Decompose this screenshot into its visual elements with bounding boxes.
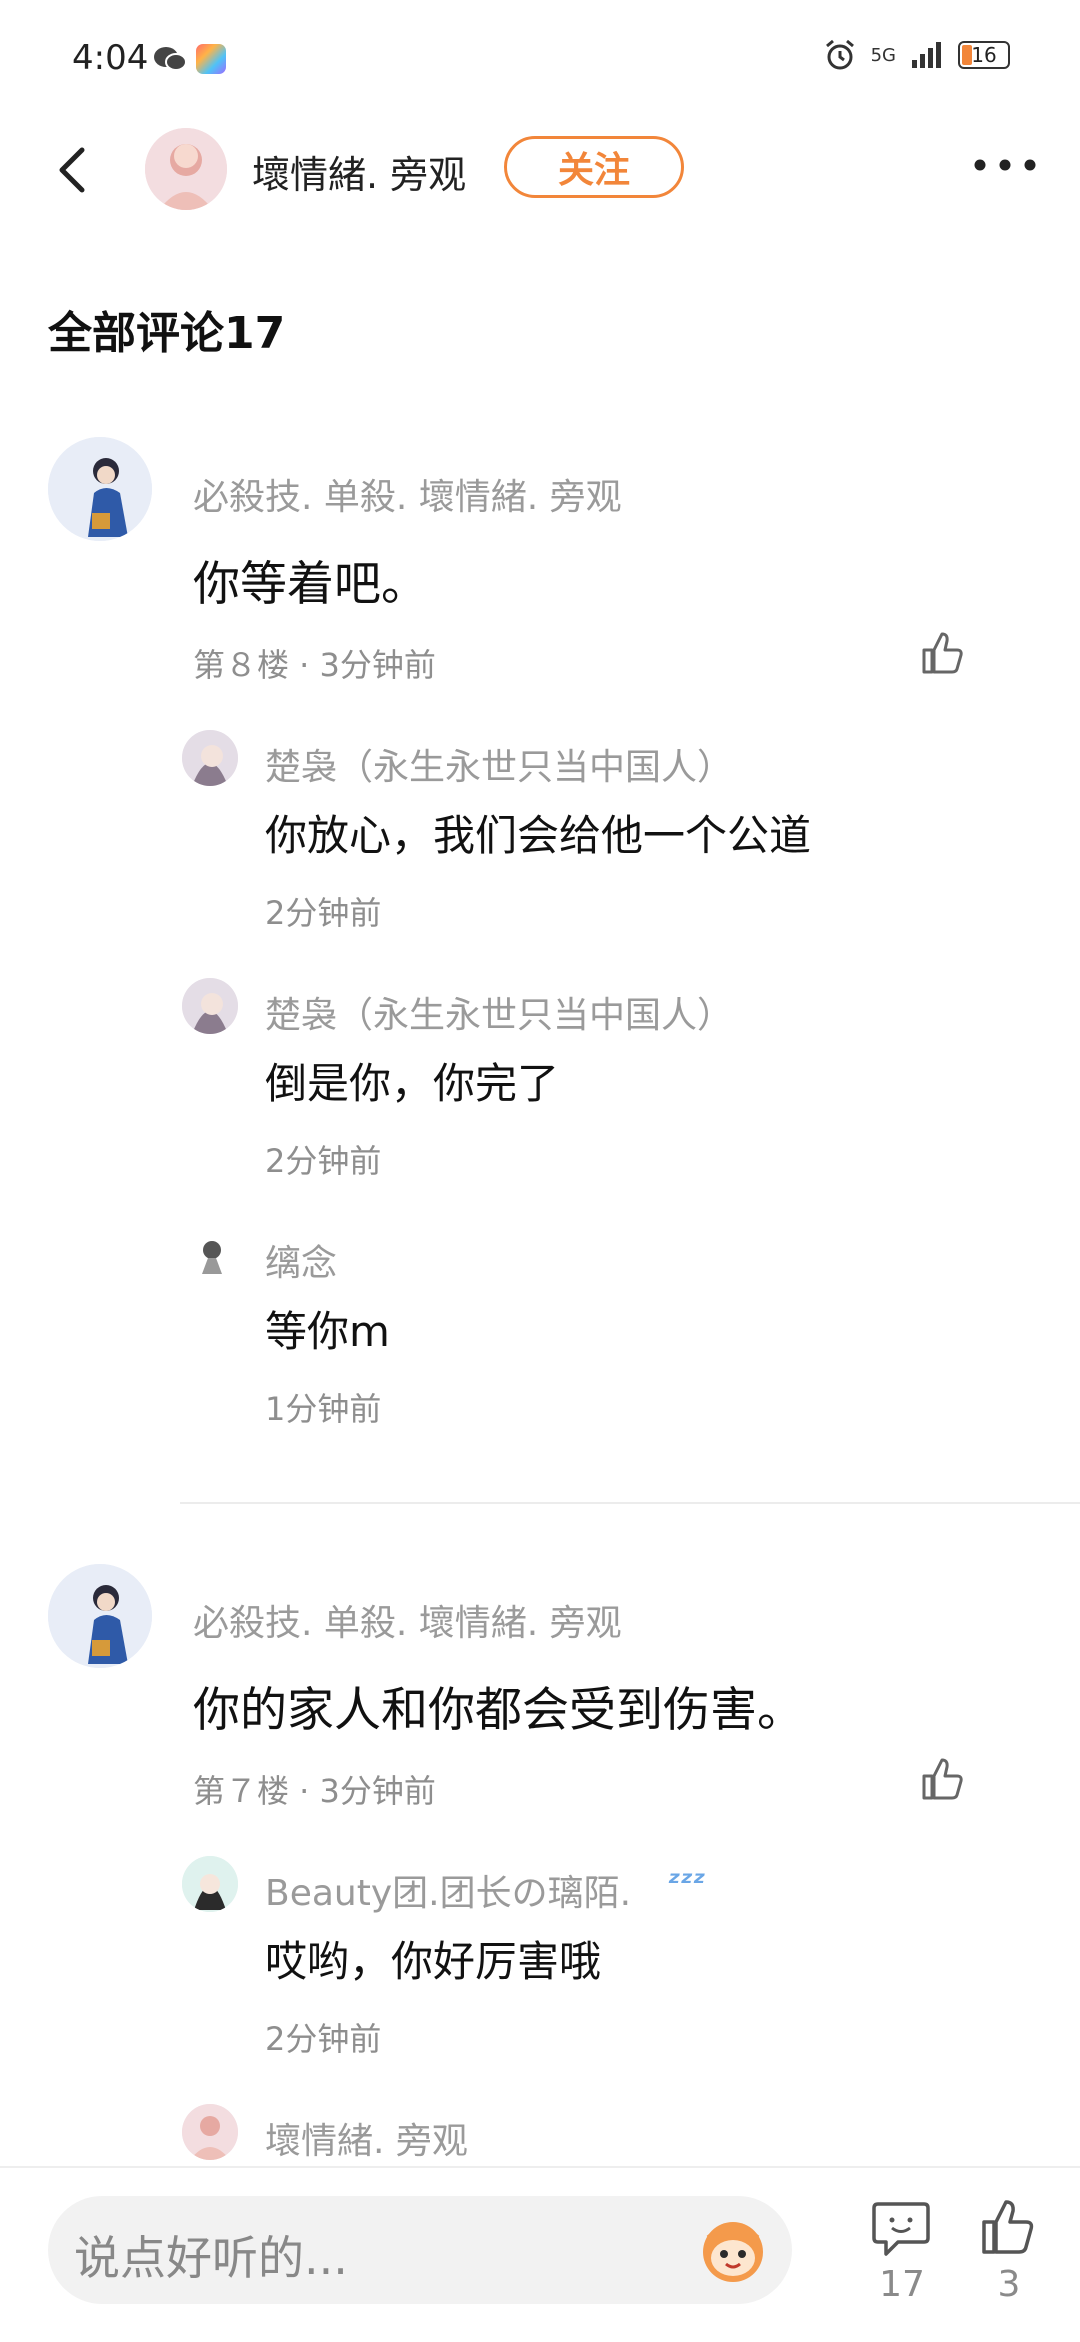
emoji-sticker-icon[interactable] [695, 2212, 771, 2288]
battery-level: 16 [971, 43, 997, 67]
like-count: 3 [997, 2264, 1021, 2305]
reply-time: 2分钟前 [265, 2020, 382, 2058]
battery-icon: 16 [958, 41, 1010, 69]
reply-user[interactable]: 缡念 [265, 1234, 337, 1286]
like-icon[interactable] [918, 630, 966, 678]
more-icon[interactable] [970, 150, 1040, 180]
section-title: 全部评论17 [48, 308, 286, 359]
reply-text: 哎哟，你好厉害哦 [265, 1937, 602, 1986]
status-icons: 5G 16 [823, 38, 1010, 72]
comment-divider [180, 1502, 1080, 1504]
alarm-icon [825, 39, 854, 70]
reply-time: 2分钟前 [265, 894, 382, 932]
like-icon[interactable] [978, 2198, 1040, 2258]
author-name[interactable]: 壞情緒. 旁观 [252, 144, 466, 199]
comment-meta: 第８楼 · 3分钟前 [193, 646, 436, 684]
reply-user[interactable]: Beauty团.团长の璃陌. [265, 1864, 631, 1916]
reply-text: 倒是你，你完了 [265, 1059, 560, 1108]
comment-icon[interactable] [870, 2200, 932, 2258]
reply-time: 1分钟前 [265, 1390, 382, 1428]
reply-avatar[interactable] [182, 1856, 238, 1912]
reply-avatar[interactable] [182, 2104, 238, 2160]
commenter-avatar[interactable] [48, 1564, 152, 1668]
network-label: 5G [870, 44, 896, 66]
reply-user[interactable]: 楚袅（永生永世只当中国人） [265, 738, 733, 790]
follow-button[interactable]: 关注 [504, 136, 684, 198]
reply-avatar[interactable] [182, 730, 238, 786]
reply-avatar[interactable] [182, 978, 238, 1034]
status-time: 4:04 [72, 38, 149, 78]
commenter-avatar[interactable] [48, 437, 152, 541]
reply-user[interactable]: 壞情緒. 旁观 [265, 2112, 468, 2164]
author-avatar[interactable] [145, 128, 227, 210]
wechat-icon [152, 44, 188, 74]
reply-time: 2分钟前 [265, 1142, 382, 1180]
like-icon[interactable] [918, 1756, 966, 1804]
reply-text: 你放心，我们会给他一个公道 [265, 811, 812, 860]
reply-user[interactable]: 楚袅（永生永世只当中国人） [265, 986, 733, 1038]
comment-count: 17 [879, 2264, 925, 2305]
reply-text: 等你m [265, 1307, 390, 1356]
sleep-icon: ᶻᶻᶻ [668, 1866, 706, 1901]
app-notification-icon [196, 44, 226, 74]
comment-input-placeholder[interactable]: 说点好听的... [74, 2222, 348, 2288]
reply-avatar[interactable] [182, 1226, 238, 1282]
back-icon[interactable] [44, 140, 104, 200]
commenter-name[interactable]: 必殺技. 单殺. 壞情緒. 旁观 [193, 468, 622, 520]
comment-meta: 第７楼 · 3分钟前 [193, 1772, 436, 1810]
comment-text: 你的家人和你都会受到伤害。 [193, 1683, 804, 1738]
signal-icon [912, 42, 941, 68]
commenter-name[interactable]: 必殺技. 单殺. 壞情緒. 旁观 [193, 1594, 622, 1646]
comment-text: 你等着吧。 [193, 557, 428, 612]
